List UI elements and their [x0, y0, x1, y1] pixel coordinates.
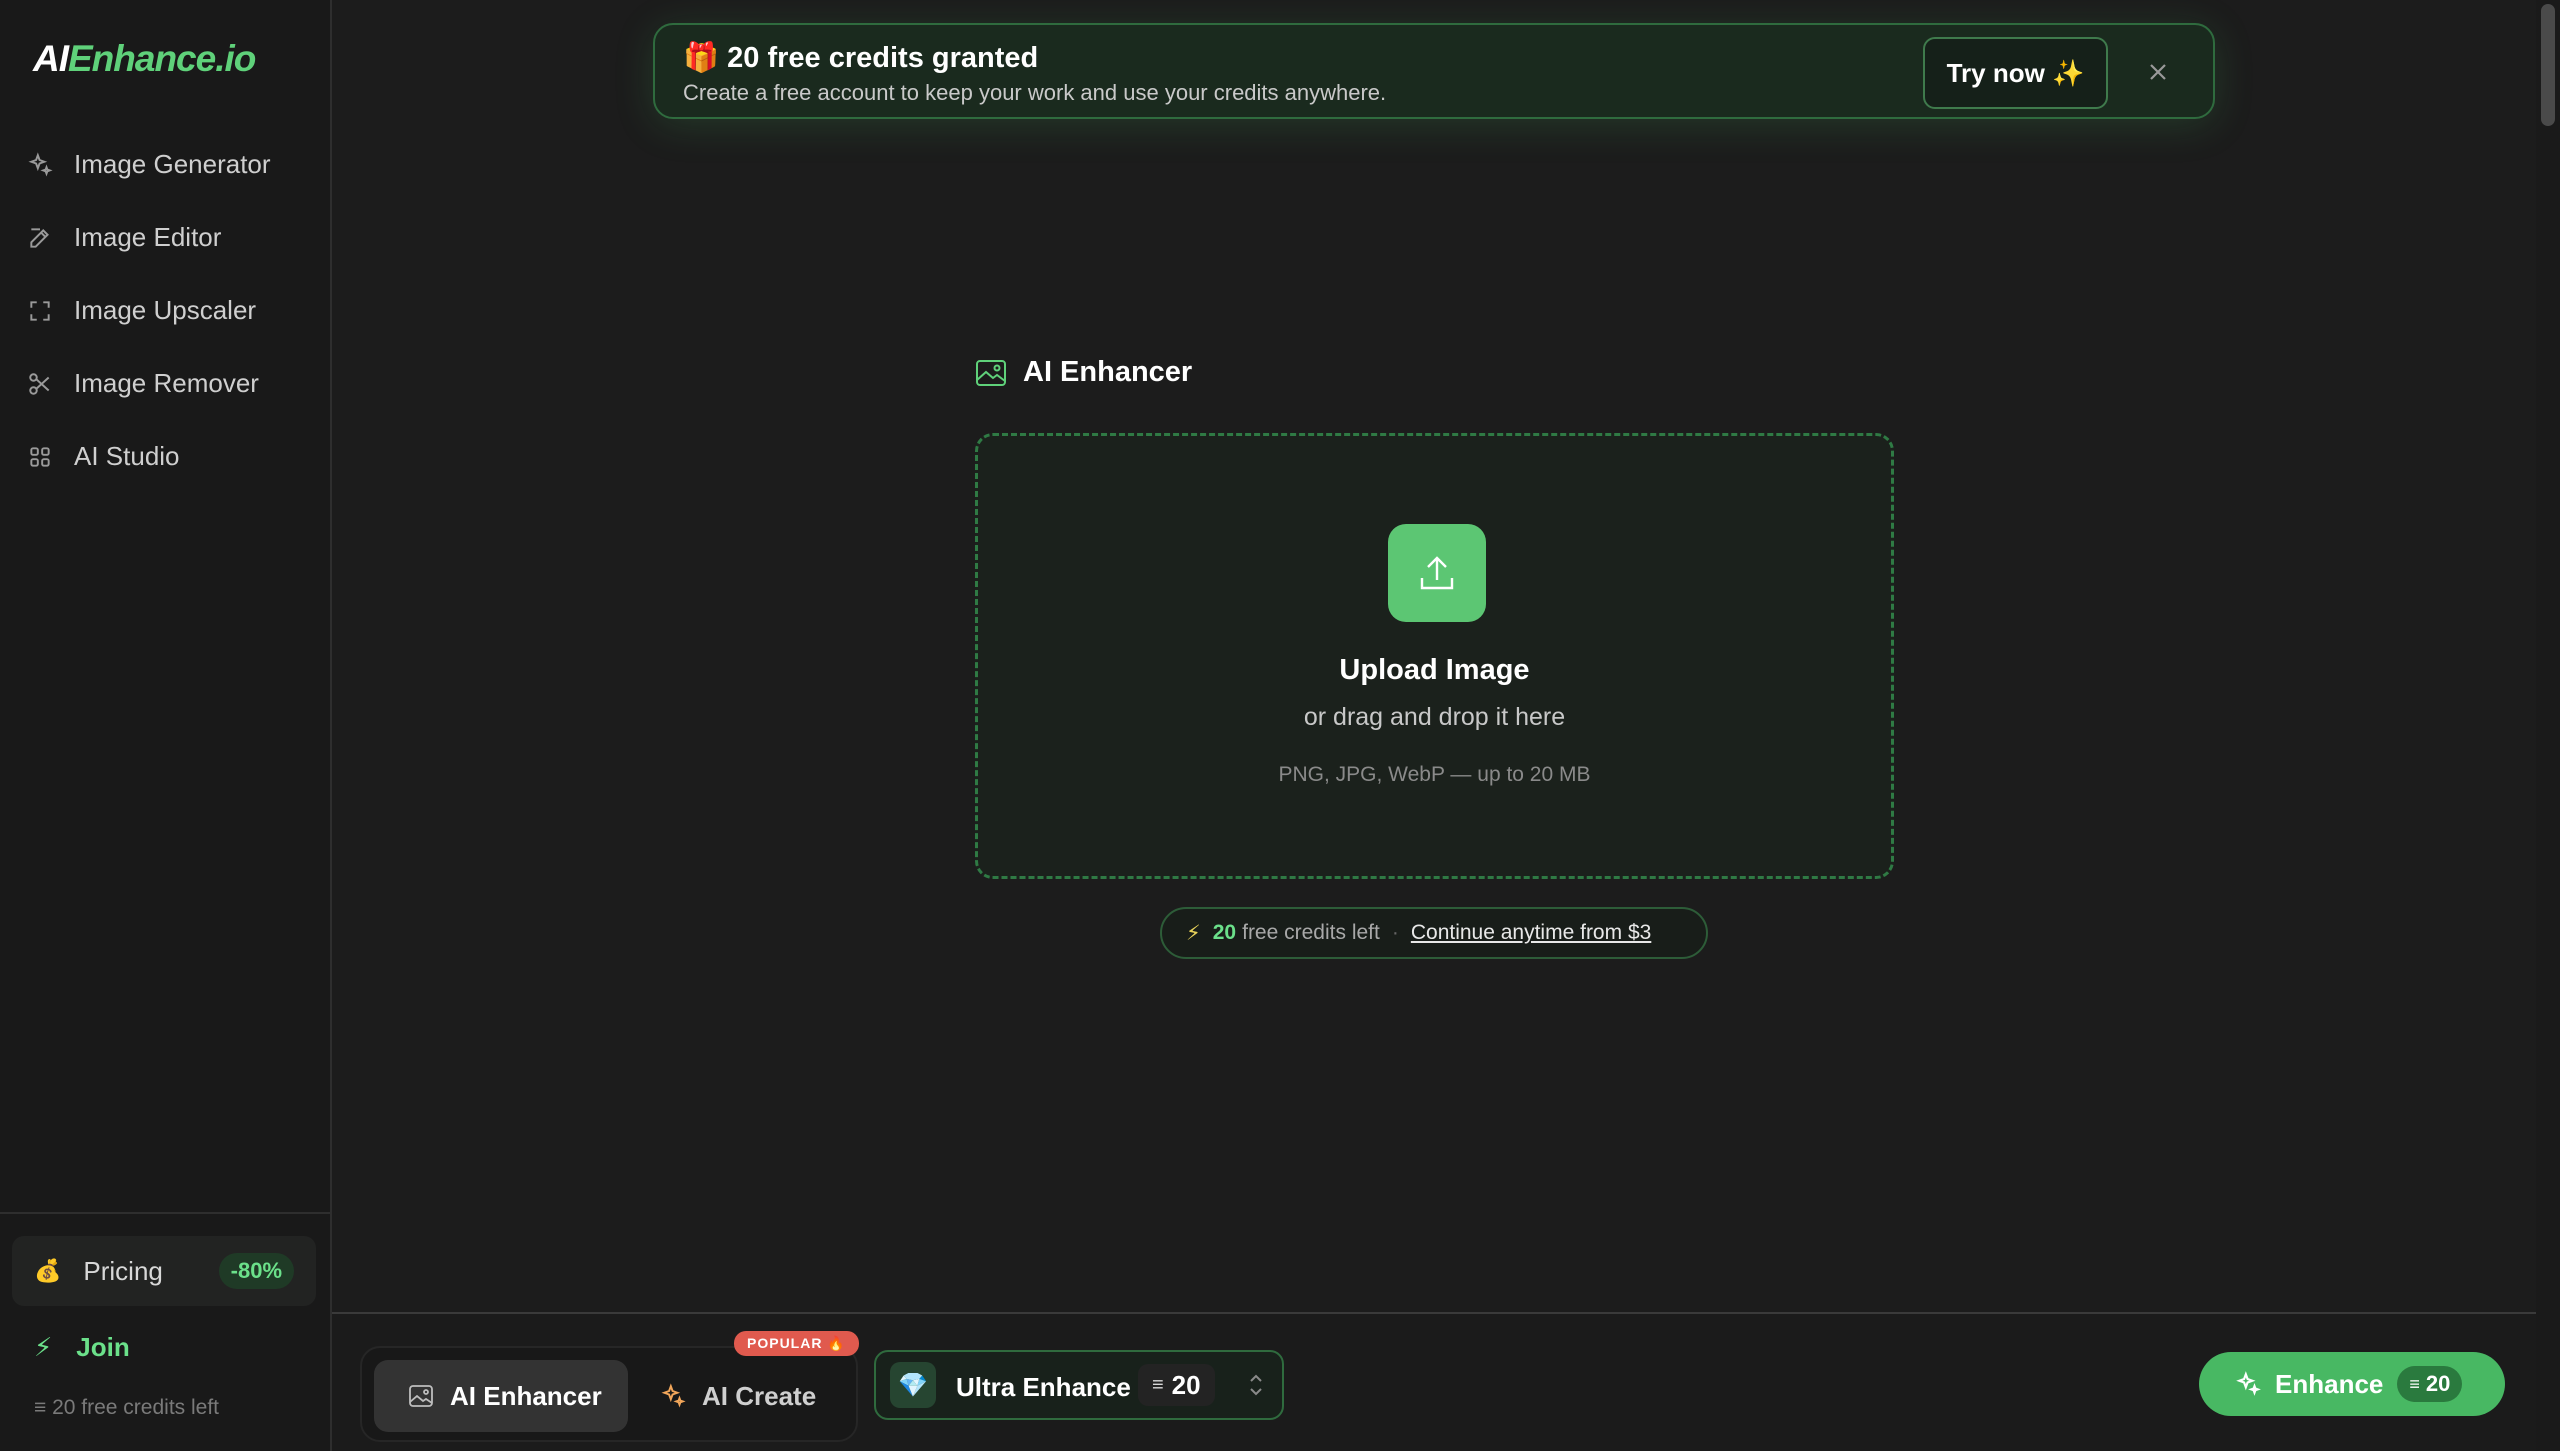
sidebar-item-image-remover[interactable]: Image Remover — [0, 347, 330, 420]
upload-formats: PNG, JPG, WebP — up to 20 MB — [1278, 763, 1591, 786]
credits-icon: ≡ — [1152, 1373, 1164, 1396]
sidebar-credits-text: 20 free credits left — [52, 1396, 220, 1419]
sidebar-nav: Image Generator Image Editor Image Upsca… — [0, 128, 330, 493]
model-cost-badge: ≡ 20 — [1138, 1364, 1215, 1406]
sidebar-item-ai-studio[interactable]: AI Studio — [0, 420, 330, 493]
sidebar-item-label: Image Remover — [74, 368, 259, 398]
gem-icon: 💎 — [890, 1362, 936, 1408]
join-button[interactable]: ⚡ Join — [34, 1332, 130, 1363]
scissors-icon — [27, 371, 53, 397]
banner-subtitle: Create a free account to keep your work … — [683, 80, 1387, 105]
sparkles-icon — [2236, 1371, 2261, 1396]
image-icon — [976, 359, 1006, 386]
page-scrollbar[interactable] — [2536, 0, 2560, 1451]
mode-label: AI Create — [702, 1380, 817, 1411]
close-banner-button[interactable] — [2143, 57, 2173, 87]
sidebar-item-label: AI Studio — [74, 441, 180, 471]
grid-icon — [27, 444, 53, 470]
mode-label: AI Enhancer — [450, 1380, 602, 1411]
sidebar-item-image-generator[interactable]: Image Generator — [0, 128, 330, 201]
image-icon — [409, 1385, 433, 1407]
credits-icon: ≡ — [34, 1396, 53, 1419]
bolt-icon: ⚡ — [34, 1332, 53, 1362]
sidebar-item-label: Image Upscaler — [74, 295, 257, 325]
gift-icon: 🎁 — [683, 42, 720, 74]
pricing-label: Pricing — [83, 1255, 163, 1286]
enhance-cost-value: 20 — [2425, 1371, 2451, 1396]
edit-icon — [27, 225, 53, 251]
sidebar-item-image-upscaler[interactable]: Image Upscaler — [0, 274, 330, 347]
chevron-updown-icon — [1246, 1370, 1266, 1400]
try-now-button[interactable]: Try now ✨ — [1923, 37, 2108, 109]
sidebar-credits-left: ≡ 20 free credits left — [34, 1396, 219, 1420]
upload-subtitle: or drag and drop it here — [1303, 703, 1566, 731]
join-label: Join — [76, 1332, 130, 1362]
scrollbar-thumb[interactable] — [2541, 4, 2555, 126]
pricing-link[interactable]: Continue anytime from $3 — [1411, 921, 1651, 945]
bottom-toolbar: AI Enhancer AI Create POPULAR 🔥 💎 Ultra … — [332, 1312, 2536, 1451]
app-root: AIEnhance.io Image Generator Image Edito… — [0, 0, 2560, 1451]
expand-icon — [27, 298, 53, 324]
sidebar: AIEnhance.io Image Generator Image Edito… — [0, 0, 332, 1451]
upload-title: Upload Image — [1339, 654, 1530, 686]
mode-ai-create[interactable]: AI Create — [660, 1360, 816, 1432]
pricing-button[interactable]: 💰 Pricing -80% — [12, 1236, 316, 1306]
credits-text: free credits left — [1242, 921, 1380, 944]
section-title-text: AI Enhancer — [1023, 356, 1193, 388]
credits-icon: ≡ — [2409, 1373, 2420, 1394]
credits-count: 20 — [1212, 921, 1237, 944]
credits-banner: 🎁 20 free credits granted Create a free … — [653, 23, 2215, 119]
logo-part-enhance: Enhance.io — [68, 38, 256, 79]
credits-pill: ⚡ 20 free credits left · Continue anytim… — [1160, 907, 1708, 959]
sidebar-item-label: Image Generator — [74, 149, 271, 179]
logo-part-ai: AI — [33, 38, 69, 79]
enhance-label: Enhance — [2275, 1368, 2384, 1399]
model-label: Ultra Enhance — [956, 1372, 1131, 1402]
popular-badge: POPULAR 🔥 — [734, 1331, 859, 1356]
model-cost-value: 20 — [1171, 1369, 1201, 1400]
logo[interactable]: AIEnhance.io — [33, 38, 256, 80]
separator: · — [1391, 921, 1399, 944]
money-bag-icon: 💰 — [34, 1258, 62, 1283]
mode-switcher: AI Enhancer AI Create — [360, 1346, 858, 1442]
sidebar-item-image-editor[interactable]: Image Editor — [0, 201, 330, 274]
model-select[interactable]: 💎 Ultra Enhance ≡ 20 — [874, 1350, 1284, 1420]
discount-badge: -80% — [218, 1253, 294, 1289]
enhance-cost-badge: ≡ 20 — [2397, 1366, 2463, 1402]
bolt-icon: ⚡ — [1186, 921, 1201, 945]
mode-ai-enhancer[interactable]: AI Enhancer — [374, 1360, 628, 1432]
sidebar-footer: 💰 Pricing -80% ⚡ Join ≡ 20 free credits … — [0, 1212, 330, 1451]
upload-icon[interactable] — [1388, 524, 1486, 622]
close-icon — [2150, 64, 2166, 80]
sidebar-item-label: Image Editor — [74, 222, 222, 252]
banner-title: 🎁 20 free credits granted — [683, 41, 1038, 75]
banner-title-text: 20 free credits granted — [727, 42, 1039, 74]
enhance-button[interactable]: Enhance ≡ 20 — [2199, 1352, 2505, 1416]
sparkles-icon — [661, 1383, 686, 1408]
upload-dropzone[interactable]: Upload Image or drag and drop it here PN… — [975, 433, 1894, 879]
section-title: AI Enhancer — [975, 356, 1192, 389]
sparkles-icon — [27, 151, 53, 178]
